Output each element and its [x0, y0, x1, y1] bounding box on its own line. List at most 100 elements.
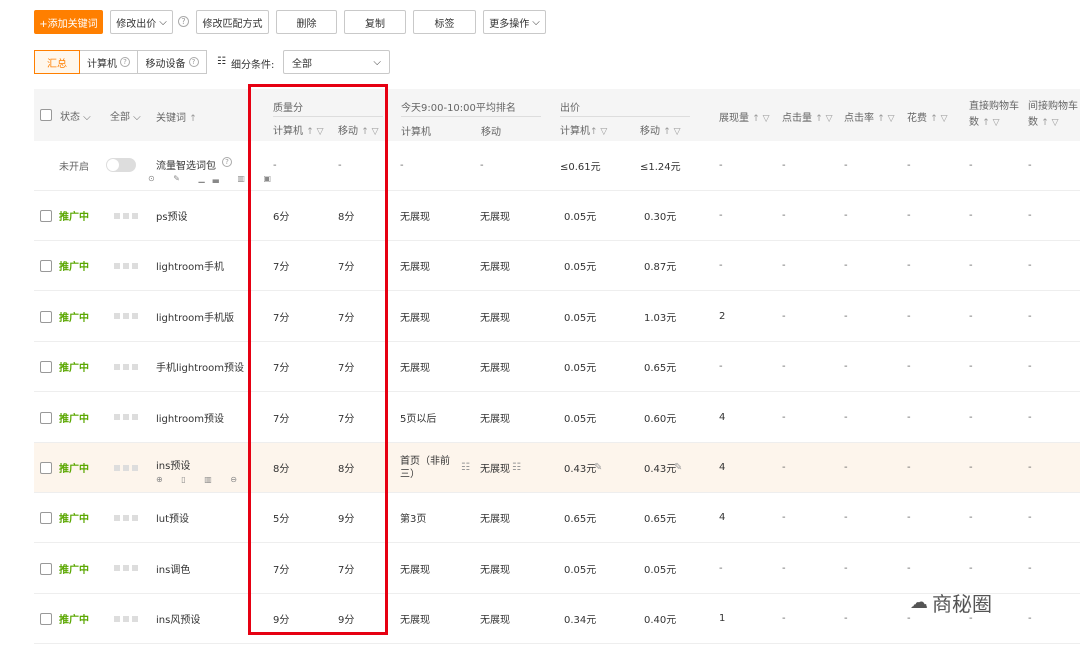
row-keyword: lightroom手机版 [156, 312, 235, 324]
row-ctr: - [844, 462, 848, 473]
row-bid-mobile: 0.65元 [644, 363, 677, 375]
row-checkbox[interactable] [40, 310, 52, 323]
row-checkbox[interactable] [40, 210, 52, 222]
select-all-checkbox[interactable] [40, 109, 52, 121]
pkg-direct-cart: - [969, 159, 973, 171]
pkg-toggle[interactable] [106, 141, 136, 189]
chevron-down-icon: ⌵ [532, 16, 540, 28]
row-keyword: lightroom手机 [156, 262, 225, 274]
header-keyword[interactable]: 关键词 ↑ [156, 109, 197, 124]
row-impressions: 4 [719, 411, 726, 423]
keyword-package-row: 未开启 流量智选词包 ? ⊙ ✎ ▁▃ ▥ ▣ - - - - ≤0.61元 ≤… [34, 141, 1080, 191]
row-ctr: - [844, 512, 848, 524]
row-rank-mobile: 无展现 [480, 464, 510, 475]
row-direct-cart: - [969, 210, 973, 221]
add-keyword-button[interactable]: +添加关键词 [34, 10, 103, 34]
row-cost: - [907, 512, 911, 524]
row-rank-pc: 无展现 [400, 262, 430, 274]
row-impressions: - [719, 260, 723, 272]
row-status: 推广中 [59, 212, 89, 223]
table-row: 推广中 手机lightroom预设 7分 7分 无展现 无展现 0.05元 0.65元 - - - -… [34, 342, 1080, 393]
row-clicks: - [782, 411, 786, 423]
row-status: 推广中 [59, 312, 89, 324]
header-bid-pc[interactable]: 计算机↑ ▽ [560, 122, 607, 137]
row-impressions: - [719, 361, 723, 373]
tab-computer-label: 计算机 [87, 58, 117, 70]
delete-button[interactable]: 删除 [276, 10, 337, 34]
watermark: ☁ 商秘圈 [910, 588, 992, 617]
table-row: 推广中 lightroom预设 7分 7分 5页以后 无展现 0.05元 0.60元 4- - - -… [34, 393, 1080, 443]
row-bid-pc: 0.05元 [564, 564, 597, 576]
header-indirect-cart[interactable]: 间接购物车 数 ↑ ▽ [1028, 99, 1078, 131]
row-bid-pc: 0.05元 [564, 413, 597, 425]
row-indirect-cart: - [1028, 512, 1032, 524]
wechat-icon: ☁ [910, 592, 928, 613]
row-rank-mobile: 无展现 [480, 615, 510, 627]
row-action-icons[interactable]: ⊕ ▯ ▥ ⊖ [156, 475, 245, 484]
tag-button[interactable]: 标签 [413, 10, 476, 34]
condition-select[interactable]: 全部 ⌵ [283, 50, 390, 74]
row-status: 推广中 [59, 262, 89, 274]
chevron-down-icon: ⌵ [373, 56, 381, 68]
row-ctr: - [844, 613, 848, 625]
header-clicks[interactable]: 点击量 ↑ ▽ [782, 109, 833, 124]
row-clicks: - [782, 562, 786, 574]
rank-detail-icon[interactable]: ☷ [461, 443, 470, 492]
header-status[interactable]: 状态 ⌵ [60, 108, 91, 123]
help-icon[interactable]: ? [178, 16, 189, 27]
rank-detail-icon[interactable]: ☷ [512, 443, 521, 492]
row-clicks: - [782, 310, 786, 322]
header-rank: 今天9:00-10:00平均排名 [401, 103, 516, 114]
more-ops-dropdown[interactable]: 更多操作 ⌵ [483, 10, 546, 34]
row-rank-pc: 首页（非前三） [400, 455, 450, 480]
row-clicks: - [782, 462, 786, 473]
row-bid-pc: 0.05元 [564, 363, 597, 375]
row-rank-pc: 无展现 [400, 212, 430, 223]
header-ctr[interactable]: 点击率 ↑ ▽ [844, 109, 895, 124]
row-bid-mobile: 1.03元 [644, 312, 677, 324]
row-indirect-cart: - [1028, 260, 1032, 272]
row-tag-squares [114, 342, 141, 391]
tab-summary[interactable]: 汇总 [34, 50, 80, 74]
header-direct-cart[interactable]: 直接购物车 数 ↑ ▽ [969, 99, 1019, 131]
table-row: 推广中 ins调色 7分 7分 无展现 无展现 0.05元 0.05元 - - - - - - [34, 544, 1080, 594]
row-checkbox[interactable] [40, 613, 52, 626]
row-rank-pc: 无展现 [400, 615, 430, 627]
row-checkbox[interactable] [40, 562, 52, 575]
modify-bid-dropdown[interactable]: 修改出价 ⌵ [110, 10, 173, 34]
row-tag-squares [114, 393, 141, 442]
help-icon: ? [188, 57, 199, 67]
header-cost[interactable]: 花费 ↑ ▽ [907, 109, 948, 124]
row-ctr: - [844, 562, 848, 574]
row-ctr: - [844, 361, 848, 373]
row-checkbox[interactable] [40, 411, 52, 424]
table-row: 推广中 lut预设 5分 9分 第3页 无展现 0.65元 0.65元 4- - - - - [34, 493, 1080, 544]
copy-button[interactable]: 复制 [344, 10, 406, 34]
row-bid-pc: 0.43元 [564, 464, 597, 475]
header-bid-mobile[interactable]: 移动 ↑ ▽ [640, 122, 681, 137]
row-rank-mobile: 无展现 [480, 564, 510, 576]
modify-match-button[interactable]: 修改匹配方式 [196, 10, 269, 34]
row-cost: - [907, 210, 911, 221]
row-keyword: ins预设 [156, 461, 191, 472]
row-tag-squares [114, 493, 141, 542]
row-checkbox[interactable] [40, 260, 52, 273]
edit-pencil-icon[interactable]: ✎ [594, 443, 602, 492]
row-checkbox[interactable] [40, 512, 52, 525]
row-checkbox[interactable] [40, 361, 52, 374]
tab-computer[interactable]: 计算机 ? [79, 50, 138, 74]
row-rank-mobile: 无展现 [480, 413, 510, 425]
header-all[interactable]: 全部 ⌵ [110, 108, 141, 123]
header-divider [401, 116, 541, 117]
table-row: 推广中 lightroom手机 7分 7分 无展现 无展现 0.05元 0.87元 - - - - - - [34, 241, 1080, 292]
row-ctr: - [844, 310, 848, 322]
table-row: 推广中 ins预设 ⊕ ▯ ▥ ⊖ 8分 8分 首页（非前三） 无展现 0.43元 0.43元 4… [34, 443, 1080, 493]
header-impressions[interactable]: 展现量 ↑ ▽ [719, 109, 770, 124]
row-checkbox[interactable] [40, 462, 52, 474]
tab-mobile[interactable]: 移动设备 ? [137, 50, 207, 74]
pkg-clicks: - [782, 159, 786, 171]
edit-pencil-icon[interactable]: ✎ [674, 443, 682, 492]
list-icon: ☷ [217, 56, 226, 67]
row-clicks: - [782, 210, 786, 221]
watermark-text: 商秘圈 [932, 592, 992, 616]
